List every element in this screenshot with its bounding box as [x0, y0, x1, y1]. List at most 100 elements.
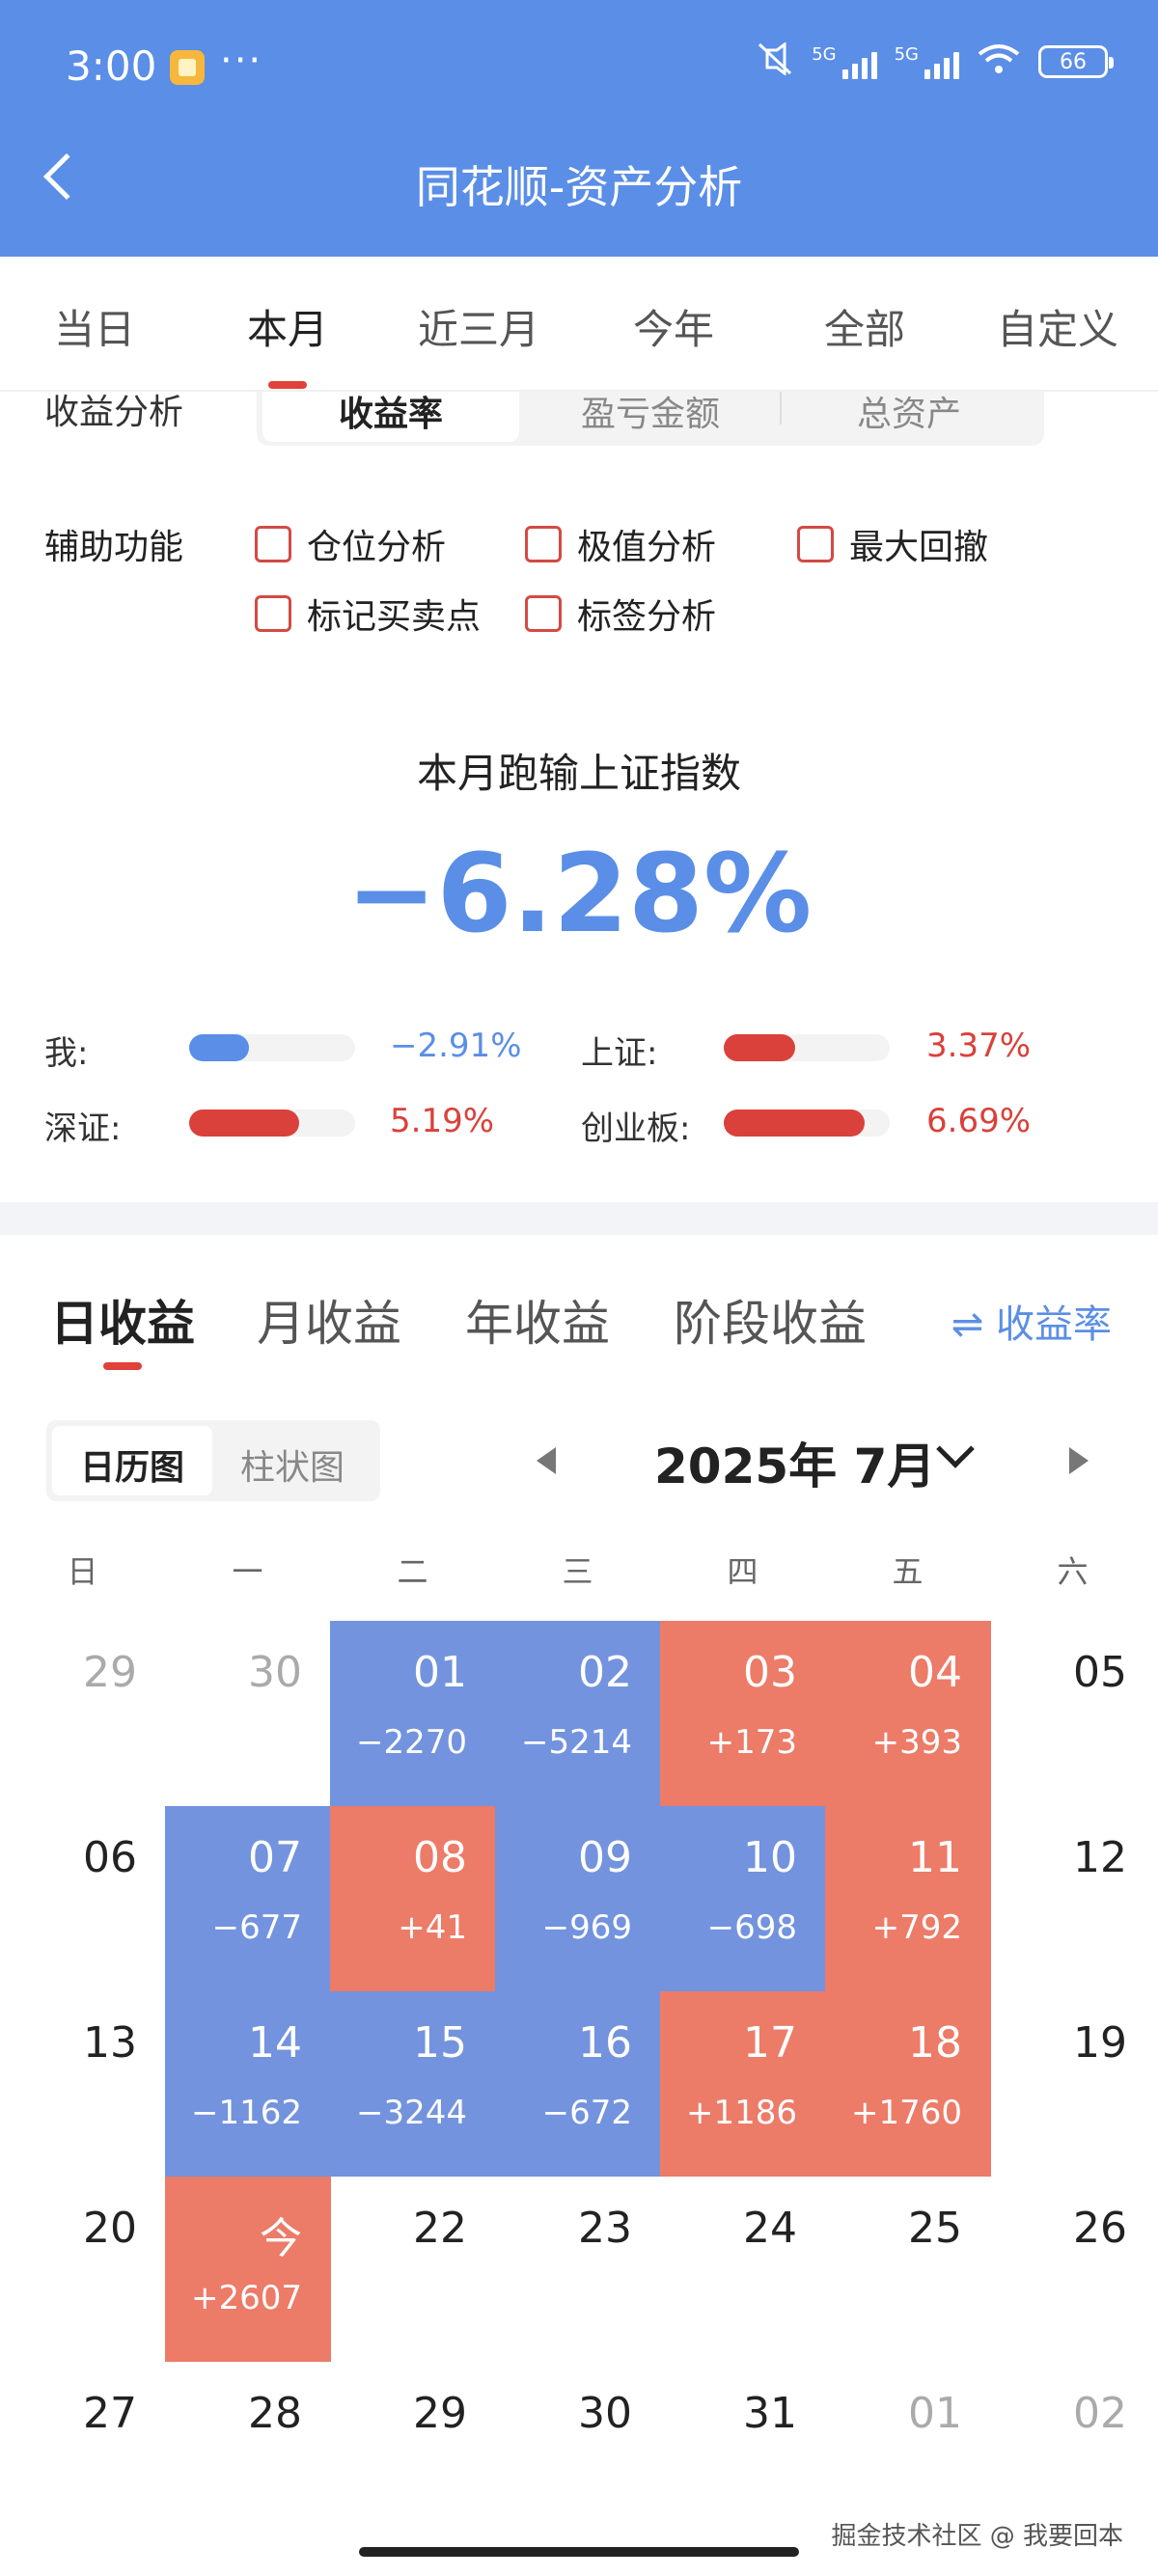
day-number: 01 [413, 1648, 467, 1697]
tab-this-month[interactable]: 本月 [247, 297, 328, 389]
tab-this-year[interactable]: 今年 [633, 297, 714, 356]
calendar-day[interactable]: 03 +173 [660, 1621, 826, 1806]
chevron-down-icon[interactable] [936, 1430, 975, 1468]
page-title: 同花顺-资产分析 [415, 161, 743, 213]
calendar-day[interactable]: 11 +792 [825, 1806, 991, 1991]
calendar-day[interactable]: 20 [0, 2177, 166, 2362]
calendar-day[interactable]: 12 [990, 1806, 1156, 1991]
calendar-day[interactable]: 04 +393 [825, 1621, 991, 1806]
tab-today[interactable]: 当日 [54, 297, 135, 356]
analysis-row: 收益分析 收益率 盈亏金额 总资产 [0, 392, 1158, 459]
calendar-day[interactable]: 15 −3244 [330, 1991, 496, 2177]
checkbox-icon [525, 595, 562, 632]
day-number: 18 [908, 2018, 962, 2068]
calendar-day[interactable]: 26 [990, 2177, 1156, 2362]
option-total-assets[interactable]: 总资产 [857, 392, 961, 436]
calendar-day[interactable]: 今 +2607 [165, 2177, 331, 2362]
calendar-day[interactable]: 25 [825, 2177, 991, 2362]
view-calendar[interactable]: 日历图 [80, 1439, 184, 1490]
checkbox-position-analysis[interactable]: 仓位分析 [255, 519, 446, 569]
compare-value: 6.69% [926, 1102, 1032, 1140]
calendar-day[interactable]: 13 [0, 1991, 166, 2177]
calendar-day[interactable]: 16 −672 [495, 1991, 661, 2177]
aux-label: 辅助功能 [44, 528, 184, 567]
view-bar-chart[interactable]: 柱状图 [240, 1439, 345, 1490]
battery-icon: 66 [1038, 45, 1114, 78]
calendar-day[interactable]: 05 [990, 1621, 1156, 1806]
signal-icon: 5G [812, 44, 877, 79]
compare-label: 上证: [581, 1034, 658, 1073]
day-number: 13 [83, 2018, 137, 2068]
calendar-day[interactable]: 27 [0, 2362, 166, 2547]
day-number: 07 [248, 1833, 302, 1882]
tab-period-returns[interactable]: 阶段收益 [674, 1285, 867, 1355]
day-number: 02 [578, 1648, 632, 1697]
calendar-day[interactable]: 30 [495, 2362, 661, 2547]
calendar-day[interactable]: 06 [0, 1806, 166, 1991]
day-number: 22 [413, 2204, 467, 2253]
calendar-day[interactable]: 30 [165, 1621, 331, 1806]
calendar-day[interactable]: 22 [330, 2177, 496, 2362]
option-return-rate[interactable]: 收益率 [339, 392, 443, 436]
calendar-day[interactable]: 18 +1760 [825, 1991, 991, 2177]
day-number: 19 [1073, 2018, 1127, 2068]
day-number: 29 [83, 1648, 137, 1697]
calendar-day[interactable]: 14 −1162 [165, 1991, 331, 2177]
calendar-day[interactable]: 29 [330, 2362, 496, 2547]
compare-value: 5.19% [390, 1102, 495, 1140]
compare-bar-fill [724, 1034, 795, 1061]
tab-yearly-returns[interactable]: 年收益 [465, 1285, 610, 1355]
watermark: 掘金技术社区 @ 我要回本 [831, 2522, 1123, 2551]
compare-label: 我: [44, 1034, 89, 1073]
prev-month-icon[interactable] [537, 1447, 556, 1474]
day-number: 今 [260, 2214, 302, 2263]
day-number: 17 [743, 2018, 797, 2068]
calendar-day[interactable]: 10 −698 [660, 1806, 826, 1991]
tab-all[interactable]: 全部 [824, 297, 905, 356]
tab-daily-returns[interactable]: 日收益 [50, 1285, 195, 1370]
calendar-day[interactable]: 01 −2270 [330, 1621, 496, 1806]
calendar-day[interactable]: 09 −969 [495, 1806, 661, 1991]
next-month-icon[interactable] [1069, 1447, 1089, 1474]
analysis-label: 收益分析 [44, 393, 184, 432]
checkbox-label: 标签分析 [577, 597, 717, 637]
checkbox-max-drawdown[interactable]: 最大回撤 [797, 519, 988, 569]
day-pnl: +41 [398, 1908, 467, 1947]
checkbox-extreme-analysis[interactable]: 极值分析 [525, 519, 716, 569]
tab-three-months[interactable]: 近三月 [418, 297, 539, 356]
divider [780, 392, 782, 425]
weekday-label: 四 [727, 1553, 758, 1590]
day-number: 26 [1073, 2204, 1127, 2253]
day-pnl: −672 [541, 2094, 632, 2132]
app-screen: 3:00 ··· 5G 5G 66 同花顺-资产分析 当日 本月 近三月 今年 … [0, 0, 1158, 2576]
tab-monthly-returns[interactable]: 月收益 [257, 1285, 401, 1355]
calendar-day[interactable]: 28 [165, 2362, 331, 2547]
option-pnl-amount[interactable]: 盈亏金额 [581, 392, 720, 436]
day-pnl: +792 [871, 1908, 962, 1947]
compare-bar [189, 1034, 355, 1061]
day-number: 05 [1073, 1648, 1127, 1697]
day-number: 04 [908, 1648, 962, 1697]
day-number: 23 [578, 2204, 632, 2253]
calendar-day[interactable]: 17 +1186 [660, 1991, 826, 2177]
day-number: 11 [908, 1833, 962, 1882]
calendar-day[interactable]: 23 [495, 2177, 661, 2362]
calendar-day[interactable]: 24 [660, 2177, 826, 2362]
return-rate-toggle[interactable]: ⇌ 收益率 [951, 1293, 1112, 1349]
checkbox-tag-analysis[interactable]: 标签分析 [525, 589, 716, 639]
calendar-day[interactable]: 31 [660, 2362, 826, 2547]
checkbox-label: 标记买卖点 [307, 597, 482, 637]
tab-custom[interactable]: 自定义 [997, 297, 1118, 356]
checkbox-trade-points[interactable]: 标记买卖点 [255, 589, 481, 639]
period-tabs: 当日 本月 近三月 今年 全部 自定义 [0, 257, 1158, 392]
calendar-day[interactable]: 02 −5214 [495, 1621, 661, 1806]
calendar-day[interactable]: 08 +41 [330, 1806, 496, 1991]
calendar-day[interactable]: 19 [990, 1991, 1156, 2177]
month-label[interactable]: 2025年 7月 [654, 1428, 935, 1497]
day-pnl: +1186 [685, 2094, 797, 2132]
calendar-day[interactable]: 29 [0, 1621, 166, 1806]
day-number: 30 [248, 1648, 302, 1697]
calendar-day[interactable]: 07 −677 [165, 1806, 331, 1991]
compare-bar-fill [189, 1110, 299, 1137]
day-number: 25 [908, 2204, 962, 2253]
